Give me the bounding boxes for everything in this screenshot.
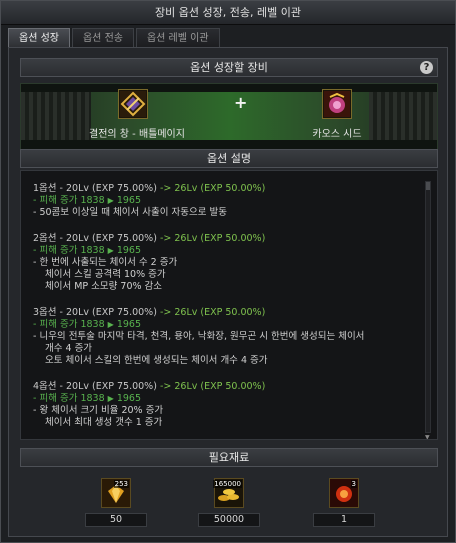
equipment-slot-panel: 결전의 창 - 배틀메이지 + 카오스 시드 [20, 83, 438, 150]
option-level: 2옵션 - 20Lv (EXP 75.00%) [33, 233, 157, 245]
material-required-amount: 50000 [198, 513, 260, 527]
scroll-down-icon[interactable]: ▼ [425, 434, 431, 439]
option-effect: 오토 체이서 스킬의 한번에 생성되는 체이서 개수 4 증가 [45, 354, 268, 366]
question-icon[interactable]: ? [420, 61, 433, 74]
source-item-slot[interactable] [118, 89, 148, 119]
option-level-after: -> 26Lv (EXP 50.00%) [159, 307, 266, 319]
material-required-amount: 1 [313, 513, 375, 527]
description-section-header: 옵션 설명 [20, 149, 438, 168]
damage-increase-after: 1965 [116, 194, 142, 206]
damage-increase-after: 1965 [116, 393, 142, 405]
option-level: 4옵션 - 20Lv (EXP 75.00%) [33, 381, 157, 393]
scrollbar-thumb[interactable] [426, 182, 430, 190]
target-item-label: 카오스 시드 [312, 129, 362, 140]
tab-option-level-transfer[interactable]: 옵션 레벨 이관 [135, 28, 220, 47]
damage-increase: - 피해 증가 1838 [33, 245, 105, 257]
option-effect: 체이서 스킬 공격력 10% 증가 [45, 268, 166, 280]
option-effect: - 왕 체이서 크기 비율 20% 증가 [33, 404, 164, 416]
materials-panel: 253 50 165000 50000 3 1 [20, 468, 438, 534]
material-slot: 253 50 [76, 478, 156, 527]
plus-icon: + [234, 93, 248, 112]
growth-section-header: 옵션 성장할 장비 ? [20, 58, 438, 77]
option-level-after: -> 26Lv (EXP 50.00%) [159, 233, 266, 245]
option-effect: - 한 번에 사출되는 체이서 수 2 증가 [33, 256, 178, 268]
option-level-after: -> 26Lv (EXP 50.00%) [159, 381, 266, 393]
option-effect: - 50콤보 이상일 때 체이서 사출이 자동으로 발동 [33, 206, 227, 218]
option-block: 2옵션 - 20Lv (EXP 75.00%) -> 26Lv (EXP 50.… [33, 233, 437, 292]
growth-header-title: 옵션 성장할 장비 [190, 61, 268, 74]
arrow-right-icon: ▶ [107, 394, 114, 404]
arrow-right-icon: ▶ [107, 246, 114, 256]
material-slot: 3 1 [304, 478, 384, 527]
option-description-box: 1옵션 - 20Lv (EXP 75.00%) -> 26Lv (EXP 50.… [20, 170, 438, 440]
material-slot: 165000 50000 [189, 478, 269, 527]
tab-option-growth[interactable]: 옵션 성장 [8, 28, 70, 47]
material-icon-box[interactable]: 3 [329, 478, 359, 508]
option-block: 1옵션 - 20Lv (EXP 75.00%) -> 26Lv (EXP 50.… [33, 183, 437, 218]
option-block: 3옵션 - 20Lv (EXP 75.00%) -> 26Lv (EXP 50.… [33, 307, 437, 366]
option-effect: 체이서 최대 생성 갯수 1 증가 [45, 416, 163, 428]
option-level: 1옵션 - 20Lv (EXP 75.00%) [33, 183, 157, 194]
option-block: 4옵션 - 20Lv (EXP 75.00%) -> 26Lv (EXP 50.… [33, 381, 437, 428]
spear-icon [120, 91, 146, 117]
tab-bar: 옵션 성장 옵션 전송 옵션 레벨 이관 [8, 28, 220, 47]
damage-increase-after: 1965 [116, 245, 142, 257]
damage-increase-after: 1965 [116, 319, 142, 331]
materials-section-header: 필요재료 [20, 448, 438, 467]
option-effect: 체이서 MP 소모량 70% 감소 [45, 280, 163, 292]
arrow-right-icon: ▶ [107, 320, 114, 330]
damage-increase: - 피해 증가 1838 [33, 319, 105, 331]
damage-increase: - 피해 증가 1838 [33, 194, 105, 206]
target-item-slot[interactable] [322, 89, 352, 119]
description-scrollbar[interactable]: ▼ [425, 181, 431, 439]
material-icon-box[interactable]: 165000 [213, 478, 244, 508]
equipment-option-window: 장비 옵션 성장, 전송, 레벨 이관 옵션 성장 옵션 전송 옵션 레벨 이관… [0, 0, 456, 543]
chaos-seed-icon [324, 91, 350, 117]
option-effect: 개수 4 증가 [45, 342, 93, 354]
option-level-after: -> 26Lv (EXP 50.00%) [159, 183, 266, 194]
damage-increase: - 피해 증가 1838 [33, 393, 105, 405]
tab-content: 옵션 성장할 장비 ? 결전의 창 - 배틀메이지 + 카오스 시드 옵션 설명… [8, 47, 448, 537]
material-required-amount: 50 [85, 513, 147, 527]
tab-option-transfer[interactable]: 옵션 전송 [71, 28, 134, 47]
material-stock-count: 253 [113, 480, 129, 488]
material-icon-box[interactable]: 253 [101, 478, 131, 508]
option-level: 3옵션 - 20Lv (EXP 75.00%) [33, 307, 157, 319]
source-item-label: 결전의 창 - 배틀메이지 [89, 129, 185, 140]
window-title: 장비 옵션 성장, 전송, 레벨 이관 [1, 1, 455, 25]
material-stock-count: 165000 [213, 480, 242, 488]
material-stock-count: 3 [350, 480, 357, 488]
arrow-right-icon: ▶ [107, 195, 114, 205]
option-effect: - 니우의 전투술 마지막 타격, 천격, 용아, 낙화장, 원무곤 시 한번에… [33, 330, 365, 342]
